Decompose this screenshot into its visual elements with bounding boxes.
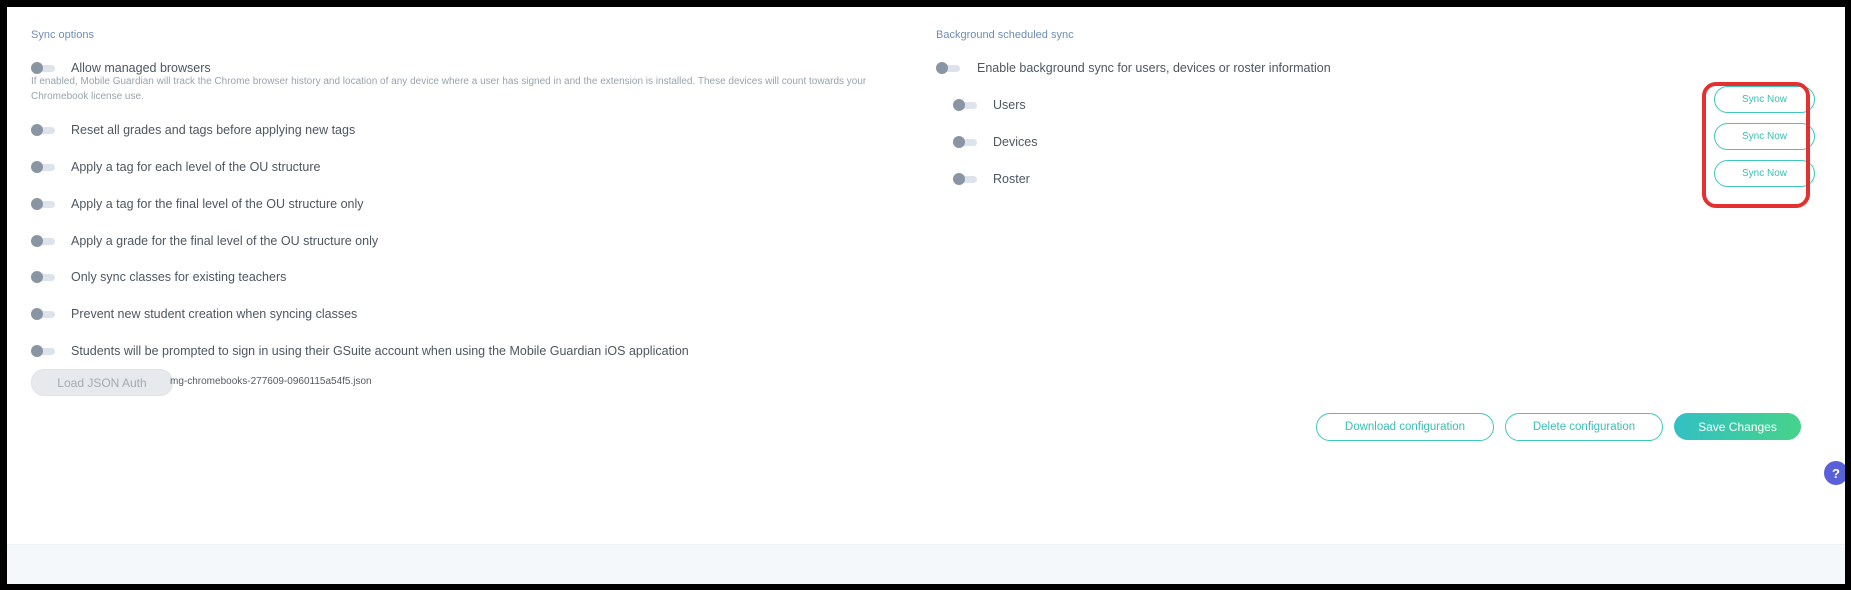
- sync-settings-panel: Sync options Allow managed browsers If e…: [7, 7, 1845, 584]
- allow-managed-browsers-toggle[interactable]: [31, 62, 55, 74]
- sync-classes-existing-teachers-label: Only sync classes for existing teachers: [71, 270, 287, 284]
- devices-sync-label: Devices: [993, 135, 1038, 149]
- download-configuration-button[interactable]: Download configuration: [1316, 413, 1494, 441]
- sync-classes-existing-teachers-toggle[interactable]: [31, 271, 55, 283]
- sync-options-title: Sync options: [31, 29, 94, 41]
- delete-configuration-button[interactable]: Delete configuration: [1505, 413, 1663, 441]
- save-changes-button[interactable]: Save Changes: [1674, 413, 1801, 440]
- help-icon[interactable]: ?: [1824, 461, 1845, 485]
- roster-sync-toggle[interactable]: [953, 173, 977, 185]
- roster-sync-label: Roster: [993, 172, 1030, 186]
- users-sync-label: Users: [993, 98, 1026, 112]
- reset-grades-tags-label: Reset all grades and tags before applyin…: [71, 123, 356, 137]
- grade-final-ou-level-label: Apply a grade for the final level of the…: [71, 234, 379, 248]
- tag-each-ou-level-toggle[interactable]: [31, 161, 55, 173]
- enable-background-sync-label: Enable background sync for users, device…: [977, 61, 1331, 75]
- load-json-auth-button[interactable]: Load JSON Auth: [31, 369, 173, 396]
- background-sync-title: Background scheduled sync: [936, 29, 1074, 41]
- gsuite-ios-signin-label: Students will be prompted to sign in usi…: [71, 344, 689, 358]
- reset-grades-tags-toggle[interactable]: [31, 124, 55, 136]
- grade-final-ou-level-toggle[interactable]: [31, 235, 55, 247]
- footer-band: [7, 544, 1845, 584]
- enable-background-sync-toggle[interactable]: [936, 62, 960, 74]
- tag-final-ou-level-label: Apply a tag for the final level of the O…: [71, 197, 364, 211]
- users-sync-toggle[interactable]: [953, 99, 977, 111]
- devices-sync-toggle[interactable]: [953, 136, 977, 148]
- json-auth-filename: mg-chromebooks-277609-0960115a54f5.json: [170, 376, 372, 387]
- prevent-student-creation-label: Prevent new student creation when syncin…: [71, 307, 358, 321]
- sync-now-highlight-annotation: [1702, 82, 1810, 208]
- allow-managed-browsers-label: Allow managed browsers: [71, 61, 211, 75]
- tag-final-ou-level-toggle[interactable]: [31, 198, 55, 210]
- allow-managed-browsers-description: If enabled, Mobile Guardian will track t…: [31, 76, 867, 102]
- tag-each-ou-level-label: Apply a tag for each level of the OU str…: [71, 160, 321, 174]
- prevent-student-creation-toggle[interactable]: [31, 308, 55, 320]
- gsuite-ios-signin-toggle[interactable]: [31, 345, 55, 357]
